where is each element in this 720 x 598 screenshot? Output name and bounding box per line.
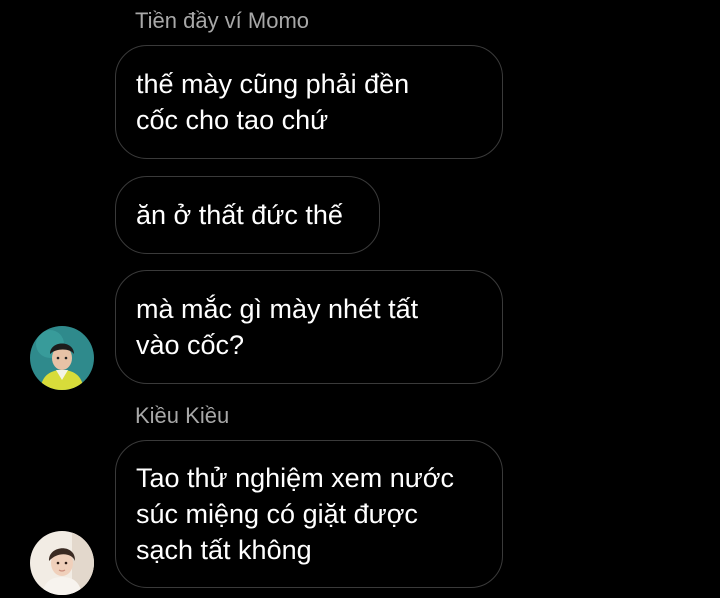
message-line: Tao thử nghiệm xem nước: [136, 463, 454, 493]
message-line: vào cốc?: [136, 330, 245, 360]
sender-name: Tiền đầy ví Momo: [135, 8, 310, 33]
message-bubble[interactable]: ăn ở thất đức thế: [115, 176, 380, 254]
chat-screen: { "conversation": { "groups": [ { "sende…: [0, 0, 720, 598]
message-line: súc miệng có giặt được: [136, 499, 418, 529]
message-line: thế mày cũng phải đền: [136, 69, 410, 99]
message-line: cốc cho tao chứ: [136, 105, 329, 135]
sender-name: Kiều Kiều: [135, 403, 230, 428]
message-bubble[interactable]: thế mày cũng phải đền cốc cho tao chứ: [115, 45, 503, 159]
avatar-icon: [30, 326, 94, 390]
message-bubble[interactable]: mà mắc gì mày nhét tất vào cốc?: [115, 270, 503, 384]
message-line: sạch tất không: [136, 535, 312, 565]
message-line: ăn ở thất đức thế: [136, 200, 343, 230]
message-bubble[interactable]: Tao thử nghiệm xem nước súc miệng có giặ…: [115, 440, 503, 588]
message-line: mà mắc gì mày nhét tất: [136, 294, 419, 324]
avatar[interactable]: [30, 326, 94, 390]
avatar[interactable]: [30, 531, 94, 595]
avatar-icon: [30, 531, 94, 595]
